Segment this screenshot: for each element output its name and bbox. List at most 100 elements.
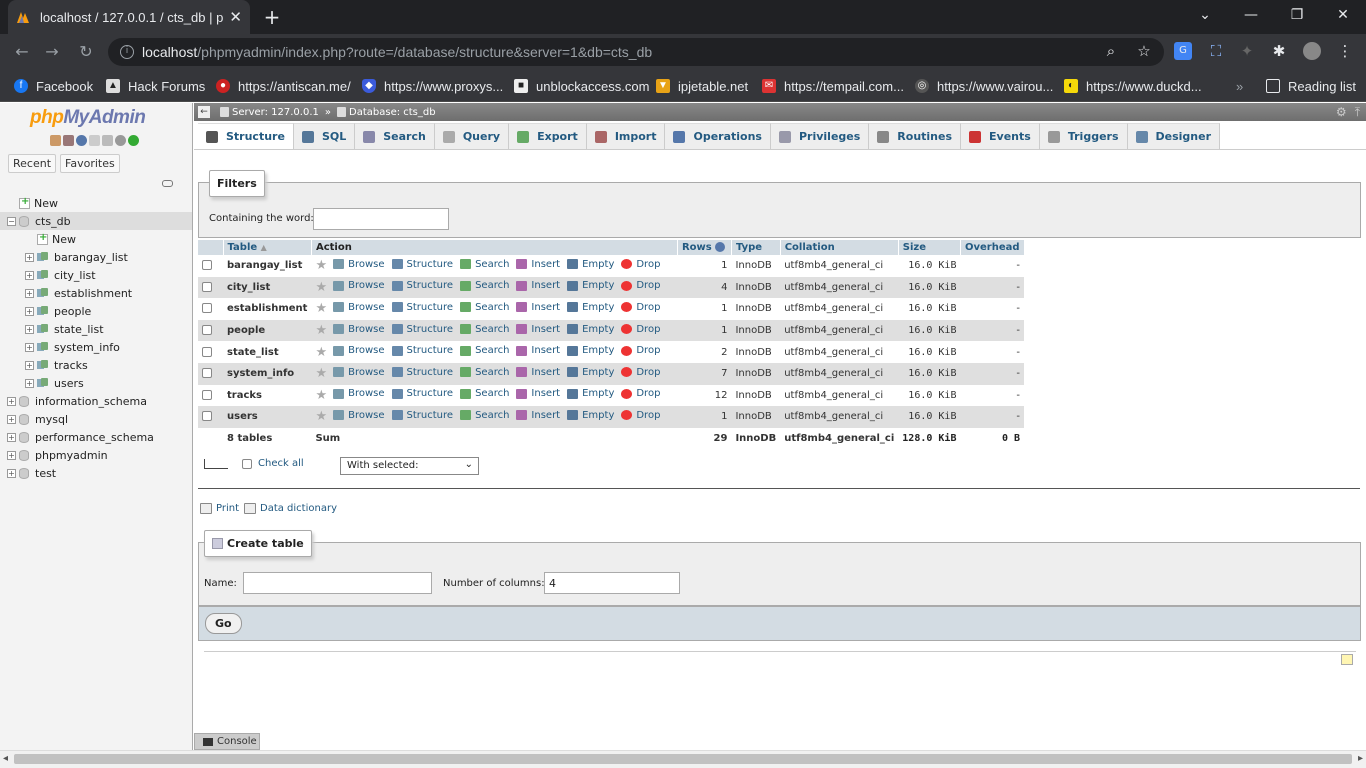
insert-action[interactable]: Insert	[516, 259, 560, 270]
size-link[interactable]: 16.0 KiB	[898, 384, 961, 407]
browse-action[interactable]: Browse	[333, 388, 385, 399]
row-checkbox[interactable]	[202, 281, 212, 292]
empty-action[interactable]: Empty	[567, 388, 614, 399]
size-link[interactable]: 16.0 KiB	[898, 362, 961, 385]
print-link[interactable]: Print	[200, 503, 239, 514]
home-icon[interactable]	[50, 135, 61, 146]
drop-action[interactable]: Drop	[621, 324, 660, 335]
drop-action[interactable]: Drop	[621, 280, 660, 291]
reload-nav-icon[interactable]	[128, 135, 139, 146]
expand-icon[interactable]: +	[25, 306, 34, 316]
phpmyadmin-logo[interactable]: phpMyAdmin	[30, 107, 146, 129]
browse-action[interactable]: Browse	[333, 259, 385, 270]
address-bar[interactable]: i localhost/phpmyadmin/index.php?route=/…	[108, 38, 1164, 66]
browse-action[interactable]: Browse	[333, 345, 385, 356]
minimize-button[interactable]: —	[1228, 0, 1274, 30]
structure-action[interactable]: Structure	[391, 367, 453, 378]
col-header-table[interactable]: Table ▲	[223, 240, 312, 255]
favorite-star-icon[interactable]: ★	[315, 366, 327, 381]
row-checkbox[interactable]	[202, 411, 212, 422]
tab-export[interactable]: Export	[509, 123, 587, 149]
check-all-checkbox[interactable]	[242, 458, 252, 469]
breadcrumb-database[interactable]: Database: cts_db	[337, 107, 436, 118]
drop-action[interactable]: Drop	[621, 259, 660, 270]
collapse-arrow-icon[interactable]: ←	[198, 106, 210, 118]
extensions-puzzle-icon[interactable]: ✱	[1270, 42, 1288, 60]
favorite-star-icon[interactable]: ★	[315, 409, 327, 424]
insert-action[interactable]: Insert	[516, 302, 560, 313]
drop-action[interactable]: Drop	[621, 388, 660, 399]
browser-tab[interactable]: localhost / 127.0.0.1 / cts_db | phpMyAd…	[8, 0, 250, 34]
tree-item-state-list[interactable]: + state_list	[0, 320, 192, 338]
row-checkbox[interactable]	[202, 346, 212, 357]
bookmark-vairou[interactable]: ◎ https://www.vairou...	[915, 76, 1053, 96]
expand-icon[interactable]: +	[7, 414, 16, 424]
restore-button[interactable]: ❐	[1274, 0, 1320, 30]
tree-item-information-schema[interactable]: + information_schema	[0, 392, 192, 410]
docs-icon[interactable]	[89, 135, 100, 146]
new-tab-button[interactable]: +	[260, 5, 284, 29]
tab-events[interactable]: Events	[961, 123, 1040, 149]
console-toggle[interactable]: Console	[194, 733, 260, 750]
bookmark-facebook[interactable]: f Facebook	[14, 76, 93, 96]
scroll-left-icon[interactable]: ◂	[3, 753, 8, 764]
link-with-main-panel-icon[interactable]	[162, 180, 173, 187]
rows-help-icon[interactable]	[715, 242, 726, 252]
row-checkbox[interactable]	[202, 368, 212, 379]
search-action[interactable]: Search	[460, 410, 509, 421]
expand-icon[interactable]: +	[25, 252, 34, 262]
notes-icon[interactable]	[1341, 654, 1353, 665]
go-button[interactable]: Go	[205, 613, 242, 634]
search-action[interactable]: Search	[460, 259, 509, 270]
tree-item-New[interactable]: New	[0, 230, 192, 248]
back-arrow-icon[interactable]: ←	[12, 42, 32, 62]
bookmark-proxys[interactable]: ◆ https://www.proxys...	[362, 76, 503, 96]
empty-action[interactable]: Empty	[567, 280, 614, 291]
table-name-link[interactable]: tracks	[223, 384, 312, 407]
search-action[interactable]: Search	[460, 280, 509, 291]
close-window-button[interactable]: ✕	[1320, 0, 1366, 30]
horizontal-scrollbar[interactable]: ◂ ▸	[0, 750, 1366, 768]
tab-designer[interactable]: Designer	[1127, 123, 1220, 149]
browser-menu-icon[interactable]: ⋮	[1336, 42, 1354, 60]
favorite-star-icon[interactable]: ★	[315, 388, 327, 403]
tab-routines[interactable]: Routines	[869, 123, 962, 149]
expand-icon[interactable]: +	[7, 468, 16, 478]
tab-query[interactable]: Query	[434, 123, 510, 149]
help-icon[interactable]	[76, 135, 87, 146]
tree-item-system-info[interactable]: + system_info	[0, 338, 192, 356]
col-header-size[interactable]: Size	[898, 240, 961, 255]
tree-item-cts-db[interactable]: − cts_db	[0, 212, 192, 230]
expand-icon[interactable]: +	[25, 270, 34, 280]
filter-input[interactable]	[313, 208, 449, 230]
empty-action[interactable]: Empty	[567, 259, 614, 270]
insert-action[interactable]: Insert	[516, 388, 560, 399]
tree-item-mysql[interactable]: + mysql	[0, 410, 192, 428]
bookmark-ipjetable[interactable]: ▼ ipjetable.net	[656, 76, 748, 96]
col-header-collation[interactable]: Collation	[780, 240, 899, 255]
bookmark-star-icon[interactable]: ☆	[1135, 42, 1153, 60]
copy-icon[interactable]	[102, 135, 113, 146]
col-header-overhead[interactable]: Overhead	[960, 240, 1025, 255]
browse-action[interactable]: Browse	[333, 324, 385, 335]
insert-action[interactable]: Insert	[516, 367, 560, 378]
col-header-type[interactable]: Type	[731, 240, 781, 255]
drop-action[interactable]: Drop	[621, 302, 660, 313]
page-settings-gear-icon[interactable]: ⚙	[1336, 105, 1347, 120]
insert-action[interactable]: Insert	[516, 410, 560, 421]
reload-icon[interactable]: ↻	[76, 42, 96, 62]
settings-gear-icon[interactable]	[115, 135, 126, 146]
tab-search[interactable]: Search	[355, 123, 435, 149]
search-action[interactable]: Search	[460, 302, 509, 313]
expand-icon[interactable]: +	[25, 378, 34, 388]
breadcrumb-server[interactable]: Server: 127.0.0.1	[220, 107, 319, 118]
collapse-menu-icon[interactable]: ⤒	[1355, 105, 1360, 120]
structure-action[interactable]: Structure	[391, 410, 453, 421]
empty-action[interactable]: Empty	[567, 302, 614, 313]
expand-icon[interactable]: +	[7, 432, 16, 442]
tab-privileges[interactable]: Privileges	[770, 123, 870, 149]
structure-action[interactable]: Structure	[391, 388, 453, 399]
structure-action[interactable]: Structure	[391, 259, 453, 270]
tree-item-establishment[interactable]: + establishment	[0, 284, 192, 302]
row-checkbox[interactable]	[202, 389, 212, 400]
